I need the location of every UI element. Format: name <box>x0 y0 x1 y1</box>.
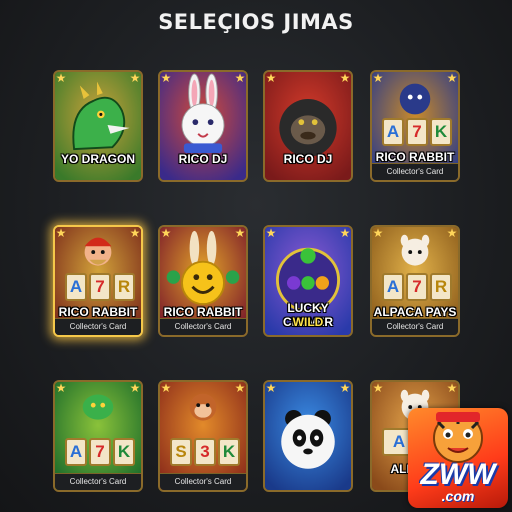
reel-symbol: S <box>170 438 192 466</box>
star-icon: ★ <box>55 381 67 395</box>
reel-symbol: A <box>65 438 87 466</box>
star-icon: ★ <box>55 226 67 240</box>
slot-reels: A7R <box>65 273 135 301</box>
star-icon: ★ <box>372 71 384 85</box>
star-icon: ★ <box>129 71 141 85</box>
slot-reels: S3K <box>170 438 240 466</box>
star-icon: ★ <box>372 226 384 240</box>
game-card[interactable]: ★ ★ A 7 K RICO RABBIT Collector's Card <box>370 70 460 182</box>
logo-domain: .com <box>441 488 475 504</box>
game-title: RICO RABBIT <box>163 305 243 319</box>
reel-symbol: R <box>430 273 452 301</box>
card-footer-label: Collector's Card <box>372 318 458 335</box>
reel-symbol: A <box>65 273 87 301</box>
card-footer-label: Collector's Card <box>160 473 246 490</box>
reel-symbol: K <box>430 118 452 146</box>
game-title: RICO RABBIT <box>375 150 455 164</box>
reel-symbol: R <box>113 273 135 301</box>
card-footer-label: Collector's Card <box>55 473 141 490</box>
star-icon: ★ <box>339 71 351 85</box>
reel-symbol: 7 <box>406 273 428 301</box>
slot-reels: A7R <box>382 273 452 301</box>
game-card[interactable]: ★ ★ S 3 K Collector's Card <box>158 380 248 492</box>
game-card[interactable]: ★ ★ YO DRAGON <box>53 70 143 182</box>
logo-text: ZWW <box>420 458 496 491</box>
game-title: RICO DJ <box>283 152 333 166</box>
slot-reels: A7K <box>65 438 135 466</box>
star-icon: ★ <box>446 71 458 85</box>
game-card[interactable]: ★ ★ A 7 R RICO RABBIT Collector's Card <box>53 225 143 337</box>
game-card[interactable]: ★ ★ <box>263 380 353 492</box>
card-footer-label: Collector's Card <box>372 163 458 180</box>
reel-symbol: K <box>218 438 240 466</box>
star-icon: ★ <box>339 381 351 395</box>
star-icon: ★ <box>234 71 246 85</box>
star-icon: ★ <box>446 226 458 240</box>
game-title: ALPACA PAYS <box>373 305 457 319</box>
star-icon: ★ <box>160 226 172 240</box>
star-icon: ★ <box>446 381 458 395</box>
star-icon: ★ <box>339 226 351 240</box>
zww-logo-badge[interactable]: ZWW .com <box>408 408 508 508</box>
game-card[interactable]: ★ ★ A 7 R ALPACA PAYS Collector's Card <box>370 225 460 337</box>
game-title: YO DRAGON <box>60 152 135 166</box>
star-icon: ★ <box>129 226 141 240</box>
slot-reels: A7K <box>382 118 452 146</box>
reel-symbol: A <box>382 273 404 301</box>
game-card[interactable]: ★ ★ A 7 K Collector's Card <box>53 380 143 492</box>
reel-symbol: 7 <box>406 118 428 146</box>
star-icon: ★ <box>372 381 384 395</box>
game-card[interactable]: ★ ★ RICO DJ <box>263 70 353 182</box>
star-icon: ★ <box>234 226 246 240</box>
star-icon: ★ <box>160 381 172 395</box>
reel-symbol: 7 <box>89 273 111 301</box>
reel-symbol: 3 <box>194 438 216 466</box>
reel-symbol: K <box>113 438 135 466</box>
game-card[interactable]: ★ ★ LUCKY CLOVER WILD <box>263 225 353 337</box>
game-card[interactable]: ★ ★ RICO DJ <box>158 70 248 182</box>
card-footer-label: Collector's Card <box>55 318 141 335</box>
reel-symbol: 7 <box>89 438 111 466</box>
star-icon: ★ <box>265 226 277 240</box>
game-title: RICO RABBIT <box>58 305 138 319</box>
star-icon: ★ <box>129 381 141 395</box>
game-subtitle: WILD <box>292 315 324 329</box>
star-icon: ★ <box>160 71 172 85</box>
reel-symbol: A <box>382 118 404 146</box>
game-title: RICO DJ <box>178 152 228 166</box>
star-icon: ★ <box>234 381 246 395</box>
star-icon: ★ <box>55 71 67 85</box>
game-card[interactable]: ★ ★ RICO RABBIT Collector's Card <box>158 225 248 337</box>
star-icon: ★ <box>265 381 277 395</box>
star-icon: ★ <box>265 71 277 85</box>
card-footer-label: Collector's Card <box>160 318 246 335</box>
